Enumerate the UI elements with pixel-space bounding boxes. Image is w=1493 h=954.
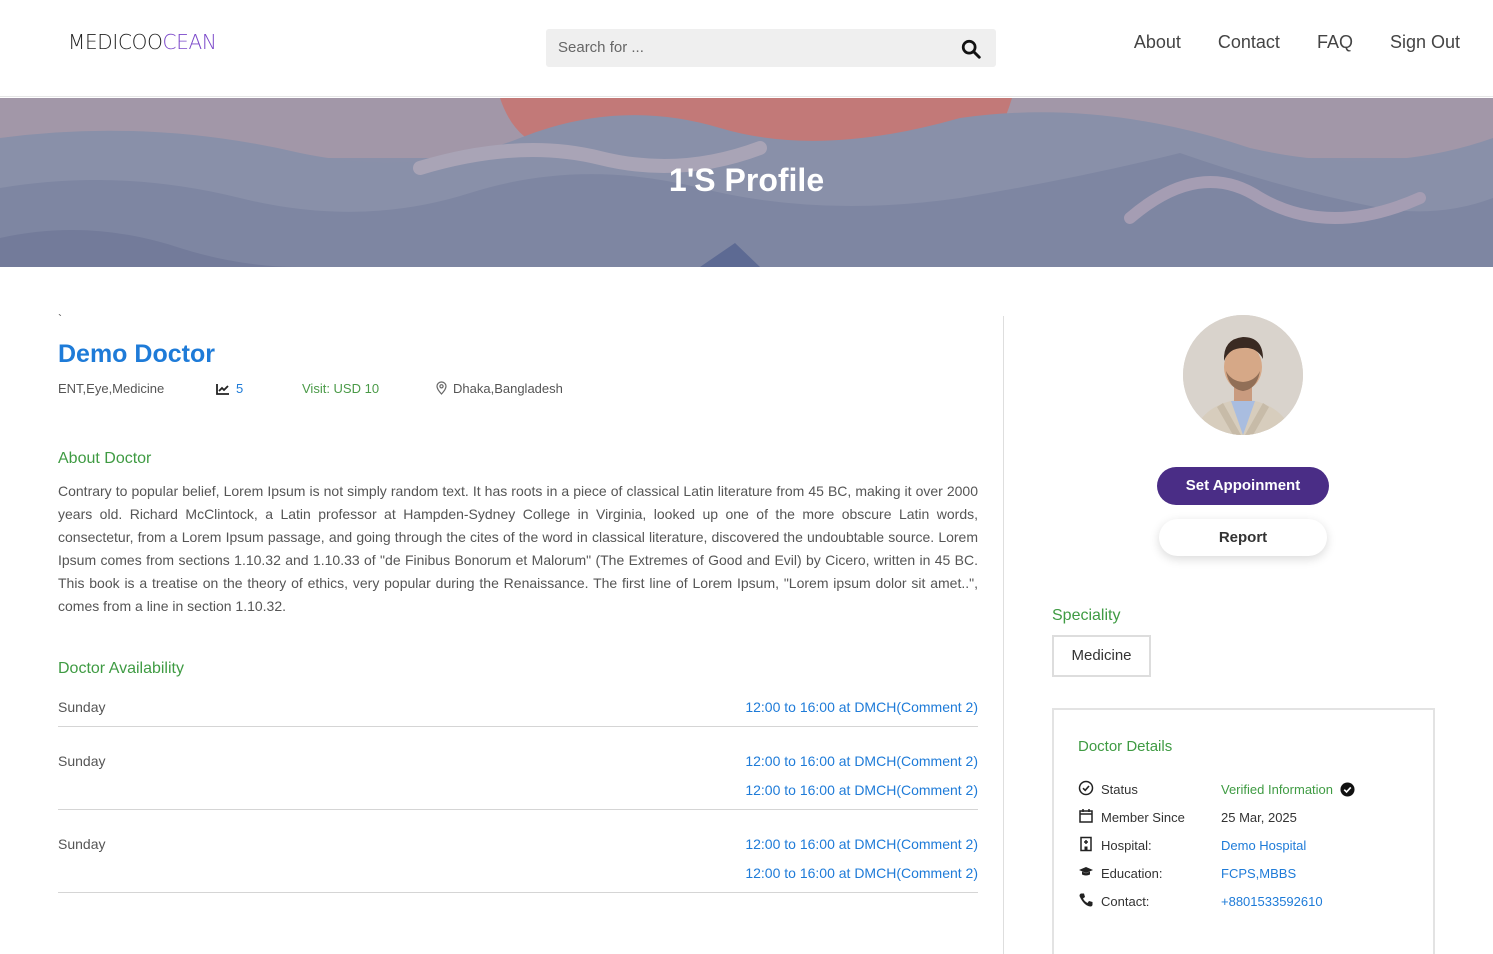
detail-row-status: Status Verified Information (1078, 780, 1418, 800)
logo-text-part2: CEAN (162, 30, 217, 54)
education-value[interactable]: FCPS,MBBS (1221, 866, 1296, 881)
availability-day: Sunday (58, 753, 106, 769)
phone-icon (1079, 893, 1093, 907)
page-title: 1'S Profile (668, 162, 825, 198)
availability-slot[interactable]: 12:00 to 16:00 at DMCH(Comment 2) (745, 753, 978, 769)
chart-line-icon (216, 384, 229, 395)
nav-faq[interactable]: FAQ (1317, 32, 1353, 53)
logo-text-part1: MEDICOO (68, 30, 163, 54)
status-value-text: Verified Information (1221, 782, 1334, 797)
hospital-label: Hospital: (1101, 838, 1152, 853)
availability-day: Sunday (58, 836, 106, 852)
detail-row-member-since: Member Since 25 Mar, 2025 (1078, 808, 1418, 828)
nav-about[interactable]: About (1134, 32, 1181, 53)
detail-row-contact: Contact: +8801533592610 (1078, 892, 1418, 912)
site-header: MEDICOOCEAN Search for ... About Contact… (0, 0, 1493, 97)
member-since-label: Member Since (1101, 810, 1185, 825)
map-pin-icon (436, 381, 447, 395)
nav-sign-out[interactable]: Sign Out (1390, 32, 1460, 53)
doctor-avatar (1183, 315, 1303, 435)
search-input[interactable]: Search for ... (546, 29, 996, 67)
rating-value: 5 (236, 381, 244, 396)
availability-heading: Doctor Availability (58, 660, 184, 677)
about-doctor-heading: About Doctor (58, 450, 152, 467)
hospital-value[interactable]: Demo Hospital (1221, 838, 1306, 853)
search-icon[interactable] (960, 38, 982, 60)
stray-character: ` (58, 312, 62, 326)
availability-row: Sunday 12:00 to 16:00 at DMCH(Comment 2) (58, 699, 978, 727)
doctor-details-card: Doctor Details Status Verified Informati… (1052, 708, 1435, 954)
profile-banner: 1'S Profile (0, 98, 1493, 267)
hospital-icon (1080, 836, 1092, 852)
education-label: Education: (1101, 866, 1163, 881)
doctor-name: Demo Doctor (58, 340, 215, 368)
verified-badge-icon (1340, 782, 1355, 797)
speciality-heading: Speciality (1052, 607, 1121, 624)
availability-row: Sunday 12:00 to 16:00 at DMCH(Comment 2)… (58, 836, 978, 893)
availability-row: Sunday 12:00 to 16:00 at DMCH(Comment 2)… (58, 753, 978, 810)
doctor-location: Dhaka,Bangladesh (436, 381, 563, 396)
availability-slot[interactable]: 12:00 to 16:00 at DMCH(Comment 2) (745, 836, 978, 852)
detail-row-education: Education: FCPS,MBBS (1078, 864, 1418, 884)
member-since-value: 25 Mar, 2025 (1221, 810, 1297, 825)
availability-slot[interactable]: 12:00 to 16:00 at DMCH(Comment 2) (745, 699, 978, 715)
doctor-specialities: ENT,Eye,Medicine (58, 381, 165, 396)
contact-value[interactable]: +8801533592610 (1221, 894, 1323, 909)
graduation-cap-icon (1079, 867, 1093, 876)
avatar-portrait-image (1183, 315, 1303, 435)
speciality-tag[interactable]: Medicine (1052, 635, 1151, 677)
location-text: Dhaka,Bangladesh (453, 381, 563, 396)
nav-contact[interactable]: Contact (1218, 32, 1280, 53)
about-doctor-text: Contrary to popular belief, Lorem Ipsum … (58, 483, 978, 614)
doctor-details-heading: Doctor Details (1078, 738, 1173, 755)
doctor-rating: 5 (216, 381, 243, 396)
status-label: Status (1101, 782, 1138, 797)
visit-fee: Visit: USD 10 (302, 381, 380, 396)
contact-label: Contact: (1101, 894, 1150, 909)
set-appointment-button[interactable]: Set Appoinment (1157, 467, 1329, 505)
search-placeholder: Search for ... (558, 39, 644, 56)
detail-row-hospital: Hospital: Demo Hospital (1078, 836, 1418, 856)
column-divider (1003, 316, 1004, 954)
site-logo[interactable]: MEDICOOCEAN (68, 30, 217, 54)
availability-day: Sunday (58, 699, 106, 715)
status-value: Verified Information (1221, 782, 1355, 797)
calendar-icon (1079, 809, 1093, 823)
check-circle-icon (1078, 780, 1094, 796)
report-button[interactable]: Report (1159, 519, 1327, 556)
availability-slot[interactable]: 12:00 to 16:00 at DMCH(Comment 2) (745, 782, 978, 798)
main-nav: About Contact FAQ Sign Out (1134, 32, 1460, 53)
availability-slot[interactable]: 12:00 to 16:00 at DMCH(Comment 2) (745, 865, 978, 881)
